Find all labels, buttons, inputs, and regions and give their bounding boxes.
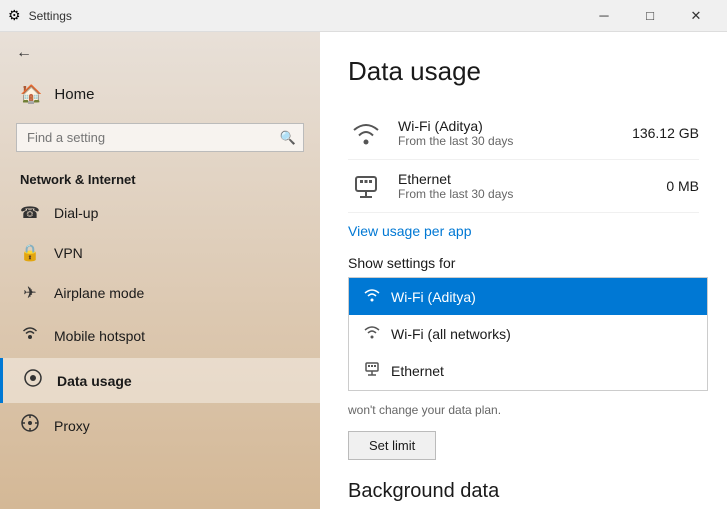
titlebar-title: Settings bbox=[29, 9, 72, 23]
dropdown-item-wifi-aditya[interactable]: Wi-Fi (Aditya) bbox=[349, 278, 707, 315]
search-input[interactable] bbox=[16, 123, 304, 152]
page-title: Data usage bbox=[348, 56, 699, 87]
close-button[interactable]: ✕ bbox=[673, 0, 719, 32]
sidebar-item-label: Proxy bbox=[54, 418, 90, 434]
wifi-usage-info: Wi-Fi (Aditya) From the last 30 days bbox=[398, 118, 618, 148]
wont-change-text: won't change your data plan. bbox=[348, 403, 699, 417]
view-usage-link[interactable]: View usage per app bbox=[348, 223, 472, 239]
sidebar-item-vpn[interactable]: 🔒 VPN bbox=[0, 233, 320, 273]
sidebar: ← 🏠 Home 🔍 Network & Internet ☎ Dial-up … bbox=[0, 32, 320, 509]
ethernet-usage-sub: From the last 30 days bbox=[398, 187, 652, 201]
sidebar-item-hotspot[interactable]: Mobile hotspot bbox=[0, 313, 320, 358]
vpn-icon: 🔒 bbox=[20, 243, 40, 263]
titlebar-left: ⚙ Settings bbox=[8, 7, 72, 24]
wifi-usage-item: Wi-Fi (Aditya) From the last 30 days 136… bbox=[348, 107, 699, 160]
ethernet-usage-amount: 0 MB bbox=[666, 178, 699, 194]
home-icon: 🏠 bbox=[20, 84, 42, 105]
sidebar-home-label: Home bbox=[54, 86, 94, 103]
ethernet-usage-info: Ethernet From the last 30 days bbox=[398, 171, 652, 201]
back-arrow-icon: ← bbox=[16, 44, 32, 62]
ethernet-usage-name: Ethernet bbox=[398, 171, 652, 187]
minimize-button[interactable]: ─ bbox=[581, 0, 627, 32]
back-button[interactable]: ← bbox=[0, 32, 320, 74]
sidebar-item-dialup[interactable]: ☎ Dial-up bbox=[0, 193, 320, 233]
dropdown-item-label: Wi-Fi (all networks) bbox=[391, 326, 511, 342]
dropdown-item-ethernet[interactable]: Ethernet bbox=[349, 352, 707, 390]
wifi-usage-amount: 136.12 GB bbox=[632, 125, 699, 141]
sidebar-item-home[interactable]: 🏠 Home bbox=[0, 74, 320, 115]
dropdown-item-label: Ethernet bbox=[391, 363, 444, 379]
search-icon: 🔍 bbox=[280, 130, 296, 146]
main-panel: Data usage Wi-Fi (Aditya) From the last … bbox=[320, 32, 727, 509]
dropdown-container: Wi-Fi (Aditya) Wi-Fi (all networks) bbox=[348, 277, 708, 391]
sidebar-item-datausage[interactable]: Data usage bbox=[0, 358, 320, 403]
sidebar-item-label: Data usage bbox=[57, 373, 132, 389]
wifi-usage-sub: From the last 30 days bbox=[398, 134, 618, 148]
hotspot-icon bbox=[20, 323, 40, 348]
set-limit-button[interactable]: Set limit bbox=[348, 431, 436, 460]
wifi-usage-icon bbox=[348, 115, 384, 151]
ethernet-dropdown-icon bbox=[363, 361, 381, 381]
sidebar-search: 🔍 bbox=[16, 123, 304, 152]
sidebar-section-title: Network & Internet bbox=[0, 160, 320, 193]
dialup-icon: ☎ bbox=[20, 203, 40, 223]
ethernet-usage-icon bbox=[348, 168, 384, 204]
bg-data-title: Background data bbox=[348, 480, 699, 503]
sidebar-item-proxy[interactable]: Proxy bbox=[0, 403, 320, 448]
airplane-icon: ✈ bbox=[20, 283, 40, 303]
show-settings-label: Show settings for bbox=[348, 255, 699, 271]
dropdown-item-label: Wi-Fi (Aditya) bbox=[391, 289, 476, 305]
sidebar-item-airplane[interactable]: ✈ Airplane mode bbox=[0, 273, 320, 313]
app-body: ← 🏠 Home 🔍 Network & Internet ☎ Dial-up … bbox=[0, 32, 727, 509]
sidebar-item-label: Airplane mode bbox=[54, 285, 144, 301]
settings-icon: ⚙ bbox=[8, 7, 21, 24]
proxy-icon bbox=[20, 413, 40, 438]
dropdown-item-wifi-all[interactable]: Wi-Fi (all networks) bbox=[349, 315, 707, 352]
ethernet-usage-item: Ethernet From the last 30 days 0 MB bbox=[348, 160, 699, 213]
sidebar-item-label: Mobile hotspot bbox=[54, 328, 145, 344]
wifi-aditya-icon bbox=[363, 287, 381, 306]
sidebar-item-label: Dial-up bbox=[54, 205, 98, 221]
sidebar-item-label: VPN bbox=[54, 245, 83, 261]
datausage-icon bbox=[23, 368, 43, 393]
wifi-all-icon bbox=[363, 324, 381, 343]
titlebar: ⚙ Settings ─ □ ✕ bbox=[0, 0, 727, 32]
wifi-usage-name: Wi-Fi (Aditya) bbox=[398, 118, 618, 134]
titlebar-controls: ─ □ ✕ bbox=[581, 0, 719, 32]
maximize-button[interactable]: □ bbox=[627, 0, 673, 32]
